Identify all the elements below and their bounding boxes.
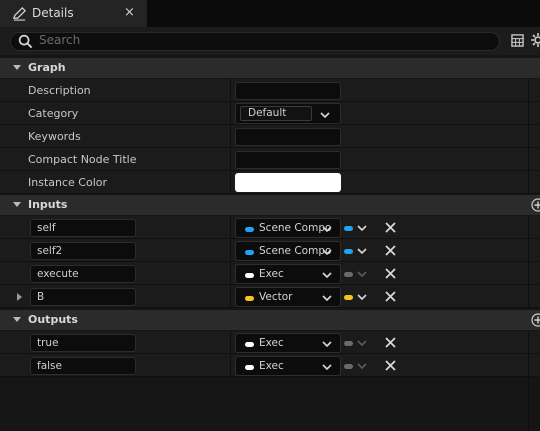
collapse-arrow-icon bbox=[13, 65, 21, 70]
description-input[interactable] bbox=[235, 82, 341, 100]
output-name-field[interactable]: true bbox=[30, 334, 136, 352]
section-graph-title: Graph bbox=[28, 61, 66, 74]
collapse-arrow-icon bbox=[13, 202, 21, 207]
tab-title: Details bbox=[32, 6, 74, 20]
input-name-field[interactable]: B bbox=[30, 288, 136, 306]
remove-icon[interactable] bbox=[385, 222, 396, 233]
output-type-dropdown[interactable]: Exec bbox=[235, 333, 341, 353]
remove-icon[interactable] bbox=[385, 337, 396, 348]
category-value: Default bbox=[248, 107, 287, 119]
search-placeholder: Search bbox=[39, 33, 81, 47]
output-type: Exec bbox=[259, 337, 284, 349]
remove-icon[interactable] bbox=[385, 291, 396, 302]
tab-details[interactable]: Details × bbox=[0, 0, 148, 27]
remove-icon[interactable] bbox=[385, 360, 396, 371]
type-color-pill bbox=[245, 365, 254, 370]
table-view-icon[interactable] bbox=[511, 34, 524, 47]
compact-node-title-label: Compact Node Title bbox=[28, 153, 137, 166]
search-input[interactable] bbox=[10, 32, 500, 51]
keywords-input[interactable] bbox=[235, 128, 341, 146]
input-name-field[interactable]: execute bbox=[30, 265, 136, 283]
type-color-pill bbox=[245, 250, 254, 255]
close-icon[interactable]: × bbox=[124, 5, 135, 20]
gear-icon[interactable] bbox=[531, 33, 540, 47]
expand-arrow-icon[interactable] bbox=[17, 293, 22, 301]
input-name: self2 bbox=[37, 245, 63, 257]
input-name: self bbox=[37, 222, 56, 234]
column-divider-right bbox=[528, 79, 529, 194]
output-name: true bbox=[37, 337, 59, 349]
container-type-chevron-icon[interactable] bbox=[357, 225, 367, 231]
chevron-down-icon bbox=[322, 364, 332, 370]
input-type: Scene Compo bbox=[259, 245, 332, 257]
container-type-chevron-icon bbox=[357, 363, 367, 369]
input-type-dropdown[interactable]: Vector bbox=[235, 287, 341, 307]
chevron-down-icon bbox=[320, 112, 330, 118]
container-type-pill bbox=[344, 364, 353, 369]
remove-icon[interactable] bbox=[385, 268, 396, 279]
section-graph[interactable]: Graph bbox=[0, 58, 540, 78]
remove-icon[interactable] bbox=[385, 245, 396, 256]
chevron-down-icon bbox=[322, 249, 332, 255]
input-name-field[interactable]: self bbox=[30, 219, 136, 237]
input-type-dropdown[interactable]: Scene Compo bbox=[235, 218, 341, 238]
instance-color-swatch[interactable] bbox=[235, 173, 341, 192]
section-outputs[interactable]: Outputs bbox=[0, 310, 540, 330]
type-color-pill bbox=[245, 227, 254, 232]
container-type-chevron-icon bbox=[357, 340, 367, 346]
input-type-dropdown[interactable]: Exec bbox=[235, 264, 341, 284]
chevron-down-icon bbox=[322, 341, 332, 347]
container-type-chevron-icon[interactable] bbox=[357, 248, 367, 254]
chevron-down-icon bbox=[322, 226, 332, 232]
output-name: false bbox=[37, 360, 62, 372]
column-divider bbox=[230, 331, 231, 377]
search-icon bbox=[18, 34, 33, 49]
type-color-pill bbox=[245, 296, 254, 301]
input-type: Exec bbox=[259, 268, 284, 280]
type-color-pill bbox=[245, 273, 254, 278]
output-type: Exec bbox=[259, 360, 284, 372]
output-type-dropdown[interactable]: Exec bbox=[235, 356, 341, 376]
input-type: Scene Compo bbox=[259, 222, 332, 234]
collapse-arrow-icon bbox=[13, 317, 21, 322]
container-type-pill bbox=[344, 272, 353, 277]
section-inputs-title: Inputs bbox=[28, 198, 68, 211]
input-name: B bbox=[37, 291, 45, 303]
add-input-icon[interactable] bbox=[531, 198, 540, 212]
chevron-down-icon bbox=[322, 272, 332, 278]
column-divider-right bbox=[528, 331, 529, 431]
chevron-down-icon bbox=[322, 295, 332, 301]
container-type-pill bbox=[344, 341, 353, 346]
input-name-field[interactable]: self2 bbox=[30, 242, 136, 260]
compact-node-title-input[interactable] bbox=[235, 151, 341, 169]
column-divider bbox=[230, 79, 231, 194]
input-type-dropdown[interactable]: Scene Compo bbox=[235, 241, 341, 261]
column-divider bbox=[230, 216, 231, 308]
input-name: execute bbox=[37, 268, 79, 280]
instance-color-label: Instance Color bbox=[28, 176, 108, 189]
container-type-pill[interactable] bbox=[344, 295, 353, 300]
container-type-pill[interactable] bbox=[344, 226, 353, 231]
description-label: Description bbox=[28, 84, 91, 97]
section-inputs[interactable]: Inputs bbox=[0, 195, 540, 215]
input-type: Vector bbox=[259, 291, 293, 303]
container-type-pill[interactable] bbox=[344, 249, 353, 254]
column-divider-right bbox=[528, 216, 529, 308]
pencil-icon bbox=[12, 6, 27, 21]
keywords-label: Keywords bbox=[28, 130, 81, 143]
container-type-chevron-icon bbox=[357, 271, 367, 277]
add-output-icon[interactable] bbox=[531, 313, 540, 327]
output-name-field[interactable]: false bbox=[30, 357, 136, 375]
container-type-chevron-icon[interactable] bbox=[357, 294, 367, 300]
section-outputs-title: Outputs bbox=[28, 313, 78, 326]
category-dropdown[interactable]: Default bbox=[235, 103, 341, 124]
type-color-pill bbox=[245, 342, 254, 347]
category-label: Category bbox=[28, 107, 79, 120]
